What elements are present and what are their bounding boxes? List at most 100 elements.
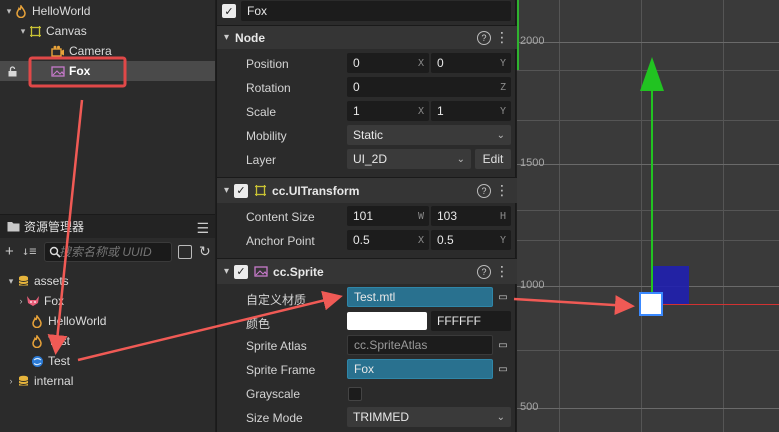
- w-unit: W: [417, 210, 424, 222]
- hierarchy-item-helloworld[interactable]: ▾ HelloWorld: [0, 1, 215, 21]
- chevron-down-icon[interactable]: ▾: [224, 32, 229, 43]
- asset-item-label: internal: [34, 374, 74, 388]
- asset-item-helloworld[interactable]: HelloWorld: [0, 311, 215, 331]
- filter-icon[interactable]: [178, 245, 192, 259]
- node-active-checkbox[interactable]: ✓: [222, 4, 236, 18]
- asset-item-test-material[interactable]: Test: [0, 351, 215, 371]
- add-icon[interactable]: +: [5, 243, 14, 260]
- lock-icon[interactable]: [5, 64, 19, 78]
- uitransform-section-header[interactable]: ▾ ✓ cc.UITransform ? ⋮: [217, 177, 517, 203]
- asset-picker-icon[interactable]: ▭: [496, 290, 510, 304]
- chevron-right-icon[interactable]: ›: [6, 376, 16, 386]
- node-name-input[interactable]: Fox: [241, 1, 511, 21]
- asset-search-box[interactable]: [44, 242, 172, 262]
- asset-item-label: Test: [48, 354, 71, 368]
- inspector-panel: ✓ Fox ▾ Node ? ⋮ Position 0X 0Y Rotation…: [216, 0, 517, 432]
- layer-edit-button[interactable]: Edit: [475, 149, 511, 169]
- sprite-frame-field[interactable]: Fox ▭: [347, 359, 508, 379]
- more-icon[interactable]: ⋮: [495, 29, 509, 46]
- more-icon[interactable]: ⋮: [495, 182, 509, 199]
- size-mode-label: Size Mode: [246, 411, 303, 425]
- scale-x-value: 1: [353, 104, 360, 118]
- chevron-down-icon[interactable]: ▾: [18, 26, 28, 37]
- y-unit: Y: [499, 57, 506, 69]
- axis-label: 1500: [520, 157, 545, 169]
- refresh-icon[interactable]: ↻: [199, 243, 211, 260]
- search-icon: [49, 246, 61, 261]
- hierarchy-item-label: Fox: [69, 64, 91, 78]
- anchor-x-value: 0.5: [353, 233, 370, 247]
- anchor-x-input[interactable]: 0.5 X: [347, 230, 429, 250]
- layer-select[interactable]: UI_2D ⌄: [347, 149, 471, 169]
- grid-line: [517, 210, 779, 211]
- h-unit: H: [499, 210, 506, 222]
- folder-icon: [7, 221, 20, 232]
- size-mode-select[interactable]: TRIMMED ⌄: [347, 407, 511, 427]
- chevron-right-icon[interactable]: ›: [16, 296, 26, 306]
- camera-icon: [51, 44, 65, 58]
- grayscale-checkbox[interactable]: [348, 387, 362, 401]
- y-axis-handle[interactable]: [651, 88, 653, 304]
- node-section-header[interactable]: ▾ Node ? ⋮: [217, 25, 517, 49]
- chevron-down-icon[interactable]: ▾: [6, 276, 16, 287]
- position-x-input[interactable]: 0X: [347, 53, 429, 73]
- scene-icon: [14, 4, 28, 18]
- asset-search-input[interactable]: [45, 245, 155, 259]
- x-unit: X: [417, 234, 424, 246]
- color-swatch[interactable]: [347, 312, 427, 330]
- asset-item-test-effect[interactable]: Test: [0, 331, 215, 351]
- x-axis-handle[interactable]: [651, 304, 779, 305]
- scale-x-input[interactable]: 1X: [347, 101, 429, 121]
- width-input[interactable]: 101 W: [347, 206, 429, 226]
- asset-item-fox[interactable]: › Fox: [0, 291, 215, 311]
- chevron-down-icon: ⌄: [496, 411, 505, 423]
- hierarchy-item-canvas[interactable]: ▾ Canvas: [0, 21, 215, 41]
- help-icon[interactable]: ?: [477, 264, 491, 279]
- layer-label: Layer: [246, 153, 277, 167]
- sprite-atlas-field[interactable]: cc.SpriteAtlas ▭: [347, 335, 508, 355]
- size-mode-value: TRIMMED: [353, 410, 409, 424]
- sprite-atlas-label: Sprite Atlas: [246, 339, 307, 353]
- asset-picker-icon[interactable]: ▭: [496, 362, 510, 376]
- scene-view[interactable]: 2000 1500 1000 500: [517, 0, 779, 432]
- canvas-edge-line: [517, 0, 519, 70]
- move-gizmo-handle[interactable]: [639, 292, 663, 316]
- asset-item-assets[interactable]: ▾ assets: [0, 271, 215, 291]
- rotation-value: 0: [353, 80, 360, 94]
- uitransform-enabled-checkbox[interactable]: ✓: [234, 183, 249, 198]
- grid-line: [517, 408, 779, 409]
- mobility-select[interactable]: Static ⌄: [347, 125, 511, 145]
- chevron-down-icon[interactable]: ▾: [224, 266, 229, 277]
- axis-label: 1000: [520, 279, 545, 291]
- chevron-down-icon[interactable]: ▾: [4, 6, 14, 17]
- material-icon: [30, 354, 44, 368]
- help-icon[interactable]: ?: [477, 30, 491, 45]
- hierarchy-item-fox[interactable]: Fox: [0, 61, 215, 81]
- more-icon[interactable]: ⋮: [495, 263, 509, 280]
- chevron-down-icon[interactable]: ▾: [224, 185, 229, 196]
- scale-y-input[interactable]: 1Y: [431, 101, 511, 121]
- anchor-point-label: Anchor Point: [246, 234, 315, 248]
- canvas-icon: [28, 24, 42, 38]
- asset-item-internal[interactable]: › internal: [0, 371, 215, 391]
- color-hex-input[interactable]: FFFFFF: [431, 311, 511, 331]
- sprite-section-header[interactable]: ▾ ✓ cc.Sprite ? ⋮: [217, 258, 517, 284]
- grid-line: [517, 286, 779, 287]
- asset-item-label: Fox: [44, 294, 65, 308]
- sprite-enabled-checkbox[interactable]: ✓: [234, 264, 249, 279]
- sort-icon[interactable]: ↓≡: [22, 244, 36, 258]
- menu-icon[interactable]: ☰: [196, 220, 209, 237]
- hierarchy-item-camera[interactable]: Camera: [0, 41, 215, 61]
- custom-material-field[interactable]: Test.mtl ▭: [347, 287, 508, 307]
- rotation-label: Rotation: [246, 81, 291, 95]
- help-icon[interactable]: ?: [477, 183, 491, 198]
- chevron-down-icon: ⌄: [496, 129, 505, 141]
- sprite-atlas-value: cc.SpriteAtlas: [354, 338, 428, 352]
- rotation-input[interactable]: 0Z: [347, 77, 511, 97]
- asset-picker-icon[interactable]: ▭: [496, 338, 510, 352]
- assets-panel-title: 资源管理器: [24, 220, 85, 234]
- height-input[interactable]: 103 H: [431, 206, 511, 226]
- y-axis-arrow-icon[interactable]: [639, 56, 665, 92]
- position-y-input[interactable]: 0Y: [431, 53, 511, 73]
- anchor-y-input[interactable]: 0.5 Y: [431, 230, 511, 250]
